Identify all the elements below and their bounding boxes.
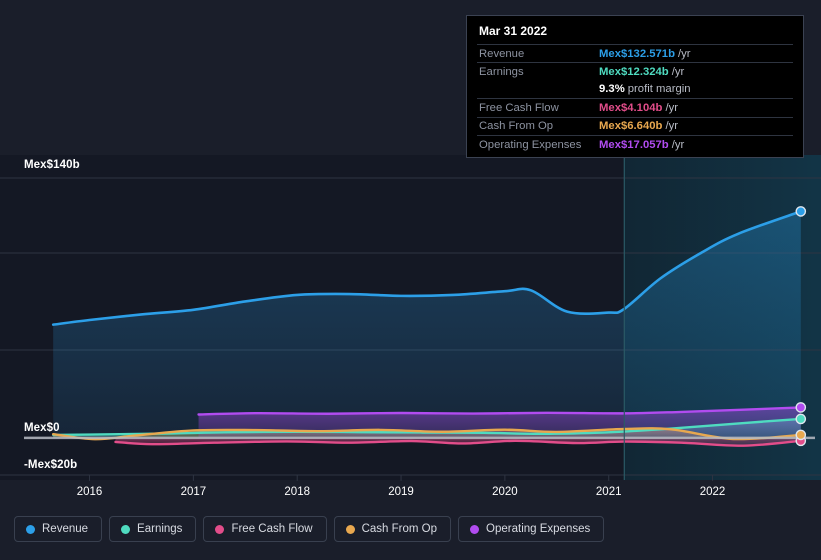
x-axis-tick-2022: 2022: [699, 486, 726, 498]
legend-item-label: Free Cash Flow: [231, 523, 313, 535]
tooltip-row-value: Mex$4.104b: [599, 101, 663, 114]
tooltip-row: Free Cash Flow Mex$4.104b/yr: [477, 98, 793, 116]
tooltip-row-value: Mex$17.057b: [599, 138, 669, 151]
tooltip-row-unit: /yr: [671, 66, 685, 79]
x-axis-tick-2017: 2017: [180, 486, 207, 498]
legend-item-free-cash-flow[interactable]: Free Cash Flow: [203, 516, 327, 542]
legend-color-dot-icon: [26, 524, 35, 534]
chart-tooltip: Mar 31 2022 Revenue Mex$132.571b/yr Earnin…: [466, 15, 804, 159]
legend-color-dot-icon: [345, 524, 355, 534]
tooltip-row-unit: profit margin: [627, 83, 691, 96]
legend-item-label: Cash From Op: [361, 523, 438, 535]
legend-item-earnings[interactable]: Earnings: [109, 516, 197, 542]
legend-color-dot-icon: [470, 524, 480, 534]
tooltip-row-value: Mex$132.571b: [599, 47, 675, 60]
tooltip-row-value: Mex$12.324b: [599, 66, 669, 79]
y-axis-label-zero: Mex$0: [24, 422, 60, 434]
legend-item-label: Operating Expenses: [486, 523, 591, 535]
legend-item-operating-expenses[interactable]: Operating Expenses: [458, 516, 605, 542]
tooltip-row: Revenue Mex$132.571b/yr: [477, 44, 793, 62]
x-axis-tick-2018: 2018: [284, 486, 310, 498]
tooltip-row-unit: /yr: [671, 138, 685, 151]
tooltip-row-unit: /yr: [665, 101, 678, 114]
tooltip-row-label: Cash From Op: [479, 120, 554, 133]
tooltip-row-unit: /yr: [678, 47, 691, 60]
tooltip-row-unit: /yr: [665, 120, 678, 133]
y-axis-label-negative: -Mex$20b: [24, 459, 78, 471]
chart-legend: Revenue Earnings Free Cash Flow Cash From O…: [14, 516, 605, 542]
tooltip-row-value: 9.3%: [599, 83, 625, 96]
x-axis-tick-2020: 2020: [492, 486, 518, 498]
legend-color-dot-icon: [121, 524, 131, 534]
tooltip-rows: Revenue Mex$132.571b/yr Earnings Mex$12.324…: [477, 44, 793, 153]
financial-chart: Mex$140b Mex$0 -Mex$20b 2016 2017 2018 2019…: [0, 0, 821, 560]
legend-item-label: Earnings: [137, 523, 183, 535]
tooltip-row: Operating Expenses Mex$17.057b/yr: [477, 134, 793, 153]
legend-item-revenue[interactable]: Revenue: [14, 516, 103, 542]
y-axis-label-top: Mex$140b: [24, 159, 80, 171]
tooltip-row-label: Operating Expenses: [479, 138, 582, 151]
tooltip-date: Mar 31 2022: [479, 24, 548, 38]
tooltip-row-value: Mex$6.640b: [599, 120, 663, 133]
legend-color-dot-icon: [215, 524, 225, 534]
legend-item-cash-from-op[interactable]: Cash From Op: [333, 516, 452, 542]
tooltip-row-label: Free Cash Flow: [479, 101, 559, 114]
x-axis-tick-2021: 2021: [595, 486, 622, 498]
tooltip-row: Earnings Mex$12.324b/yr: [477, 62, 793, 80]
tooltip-row-label: Revenue: [479, 47, 525, 60]
x-axis-tick-2016: 2016: [76, 486, 103, 498]
x-axis-tick-2019: 2019: [388, 486, 414, 498]
legend-item-label: Revenue: [42, 523, 89, 535]
tooltip-row: Cash From Op Mex$6.640b/yr: [477, 116, 793, 135]
tooltip-row: 9.3% profit margin: [477, 81, 793, 98]
tooltip-row-label: Earnings: [479, 66, 524, 79]
